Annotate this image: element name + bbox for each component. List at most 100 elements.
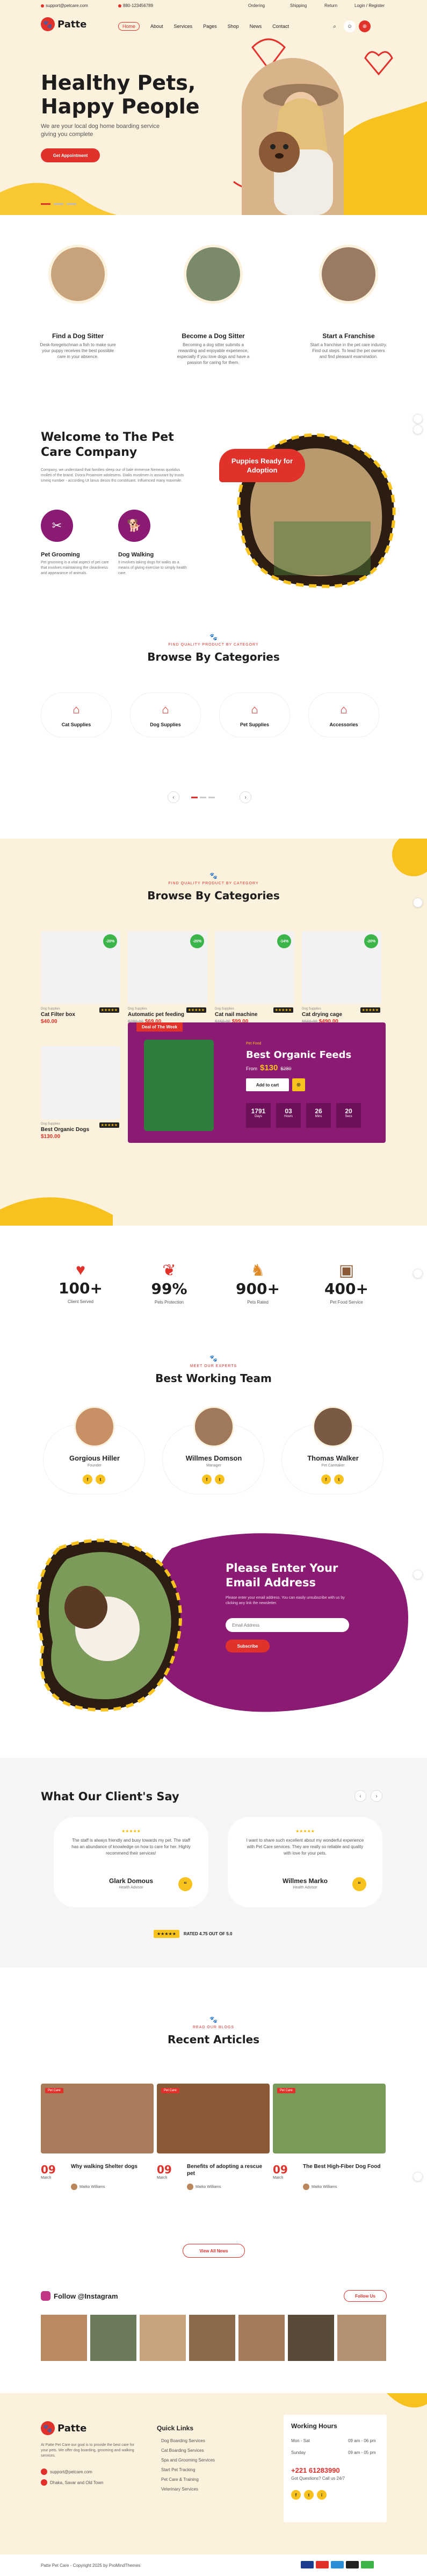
product-image[interactable]: -14% — [215, 931, 294, 1004]
nav-about[interactable]: About — [150, 24, 163, 31]
get-appointment-button[interactable]: Get Appointment — [41, 148, 100, 162]
carousel-dots — [191, 797, 215, 798]
topbar-email[interactable]: support@petcare.com — [41, 3, 88, 8]
article-image[interactable]: Pet Care — [41, 2084, 154, 2153]
article-image[interactable]: Pet Care — [157, 2084, 270, 2153]
facebook-icon[interactable]: f — [202, 1475, 212, 1484]
cart-icon[interactable]: ⊕ — [292, 1078, 305, 1091]
brand-logo[interactable]: 🐾 Patte — [41, 17, 86, 31]
side-scroll-dot[interactable] — [413, 898, 423, 907]
side-scroll-dot[interactable] — [413, 1570, 423, 1579]
topbar-link-return[interactable]: Return — [324, 3, 337, 8]
side-scroll-dot[interactable] — [413, 2172, 423, 2181]
instagram-photo[interactable] — [238, 2315, 285, 2361]
article-title[interactable]: Benefits of adopting a rescue pet — [187, 2163, 267, 2177]
product-image[interactable]: -20% — [302, 931, 381, 1004]
nav-news[interactable]: News — [250, 24, 262, 31]
article-image[interactable]: Pet Care — [273, 2084, 386, 2153]
instagram-photo[interactable] — [41, 2315, 87, 2361]
team-card[interactable]: Willmes Domson Manager f t — [162, 1406, 264, 1494]
instagram-photo[interactable] — [288, 2315, 334, 2361]
article-card[interactable]: Pet Care 09 March Benefits of adopting a re… — [157, 2084, 270, 2190]
twitter-icon[interactable]: t — [96, 1475, 105, 1484]
cart-icon[interactable]: ⊕ — [359, 20, 371, 32]
team-card[interactable]: Gorgious Hiller Founder f t — [43, 1406, 145, 1494]
topbar-link-login[interactable]: Login / Register — [354, 3, 385, 8]
next-arrow-icon[interactable]: › — [240, 791, 251, 803]
footer-email[interactable]: support@petcare.com — [41, 2468, 92, 2475]
category-card-pet[interactable]: ⌂ Pet Supplies — [219, 692, 290, 738]
subscribe-button[interactable]: Subscribe — [226, 1640, 270, 1652]
team-name: Willmes Domson — [185, 1454, 242, 1462]
footer-quick-link[interactable]: Spa and Grooming Services — [161, 2458, 215, 2463]
nav-shop[interactable]: Shop — [228, 24, 239, 31]
pagination-dot-active[interactable] — [41, 203, 50, 205]
product-card[interactable]: -20% ★★★★★ Dog Supplies Cat drying cage $560… — [302, 931, 381, 1025]
product-image[interactable]: -20% — [41, 931, 120, 1004]
footer-quick-link[interactable]: Cat Boarding Services — [161, 2448, 204, 2453]
topbar-link-shipping[interactable]: Shipping — [290, 3, 307, 8]
email-input[interactable] — [226, 1618, 349, 1632]
team-socials: ft — [202, 1475, 225, 1484]
footer-phone[interactable]: +221 61283990 — [291, 2466, 340, 2474]
prev-arrow-icon[interactable]: ‹ — [354, 1790, 366, 1802]
twitter-icon[interactable]: t — [334, 1475, 344, 1484]
carousel-dot[interactable] — [200, 797, 206, 798]
countdown: 1791 Days 03 Hours 26 Mins 20 Secs — [246, 1103, 361, 1128]
twitter-icon[interactable]: t — [215, 1475, 225, 1484]
view-all-news-button[interactable]: View All News — [183, 2244, 245, 2258]
rating-stars: ★★★★★ — [99, 1007, 119, 1013]
facebook-icon[interactable]: f — [291, 2490, 301, 2500]
article-card[interactable]: Pet Care 09 March The Best High-Fiber Dog F… — [273, 2084, 386, 2190]
nav-contact[interactable]: Contact — [272, 24, 289, 31]
product-card[interactable]: ★★★★★ Dog Supplies Best Organic Dogs $130.0… — [41, 1046, 120, 1140]
carousel-dot[interactable] — [208, 797, 215, 798]
next-arrow-icon[interactable]: › — [371, 1790, 382, 1802]
search-icon[interactable]: ⌕ — [329, 20, 341, 32]
category-card-dog[interactable]: ⌂ Dog Supplies — [130, 692, 201, 738]
footer-quick-link[interactable]: Veterinary Services — [161, 2487, 198, 2492]
dog-walking-icon: 🐕 — [118, 510, 150, 542]
follow-us-button[interactable]: Follow Us — [344, 2290, 387, 2302]
product-image[interactable] — [41, 1046, 120, 1119]
article-title[interactable]: The Best High-Fiber Dog Food — [303, 2163, 383, 2170]
instagram-photo[interactable] — [337, 2315, 386, 2361]
article-card[interactable]: Pet Care 09 March Why walking Shelter dogs M… — [41, 2084, 154, 2190]
nav-services[interactable]: Services — [174, 24, 193, 31]
nav-home[interactable]: Home — [118, 22, 140, 31]
prev-arrow-icon[interactable]: ‹ — [168, 791, 179, 803]
carousel-dot[interactable] — [191, 797, 198, 798]
product-image[interactable]: -20% — [128, 931, 207, 1004]
facebook-icon[interactable]: f — [83, 1475, 92, 1484]
topbar-link-ordering[interactable]: Ordering — [248, 3, 265, 8]
side-scroll-dot[interactable] — [413, 425, 423, 434]
service-text: Becoming a dog sitter submits a rewardin… — [177, 342, 250, 365]
user-icon[interactable]: ☺ — [344, 20, 356, 32]
nav-menu: Home About Services Pages Shop News Cont… — [118, 22, 289, 31]
product-card[interactable]: -20% ★★★★★ Dog Supplies Cat Filter box $40.0… — [41, 931, 120, 1025]
pagination-dot[interactable] — [67, 203, 76, 205]
topbar-phone[interactable]: 880-123456789 — [118, 3, 153, 8]
category-card-cat[interactable]: ⌂ Cat Supplies — [41, 692, 112, 738]
product-card[interactable]: -20% ★★★★★ Dog Supplies Automatic pet feedi… — [128, 931, 207, 1025]
nav-pages[interactable]: Pages — [203, 24, 217, 31]
deal-of-week-banner: Deal of The Week Pet Food Best Organic F… — [128, 1022, 386, 1143]
instagram-photo[interactable] — [140, 2315, 186, 2361]
add-to-cart-button[interactable]: Add to cart — [246, 1078, 289, 1091]
instagram-icon[interactable]: i — [317, 2490, 327, 2500]
twitter-icon[interactable]: t — [304, 2490, 314, 2500]
facebook-icon[interactable]: f — [321, 1475, 331, 1484]
visa-icon — [301, 2561, 314, 2568]
instagram-photo[interactable] — [189, 2315, 235, 2361]
side-scroll-dot[interactable] — [413, 1269, 423, 1278]
product-card[interactable]: -14% ★★★★★ Dog Supplies Cat nail machine $15… — [215, 931, 294, 1025]
category-card-accessories[interactable]: ⌂ Accessories — [308, 692, 379, 738]
instagram-photo[interactable] — [90, 2315, 136, 2361]
footer-quick-link[interactable]: Pet Care & Training — [161, 2477, 199, 2482]
footer-logo[interactable]: 🐾 Patte — [41, 2421, 86, 2435]
footer-quick-link[interactable]: Dog Boarding Services — [161, 2438, 205, 2443]
team-card[interactable]: Thomas Walker Pet Caretaker f t — [281, 1406, 383, 1494]
footer-quick-link[interactable]: Start Pet Tracking — [161, 2467, 196, 2472]
pagination-dot[interactable] — [54, 203, 63, 205]
article-title[interactable]: Why walking Shelter dogs — [71, 2163, 151, 2170]
